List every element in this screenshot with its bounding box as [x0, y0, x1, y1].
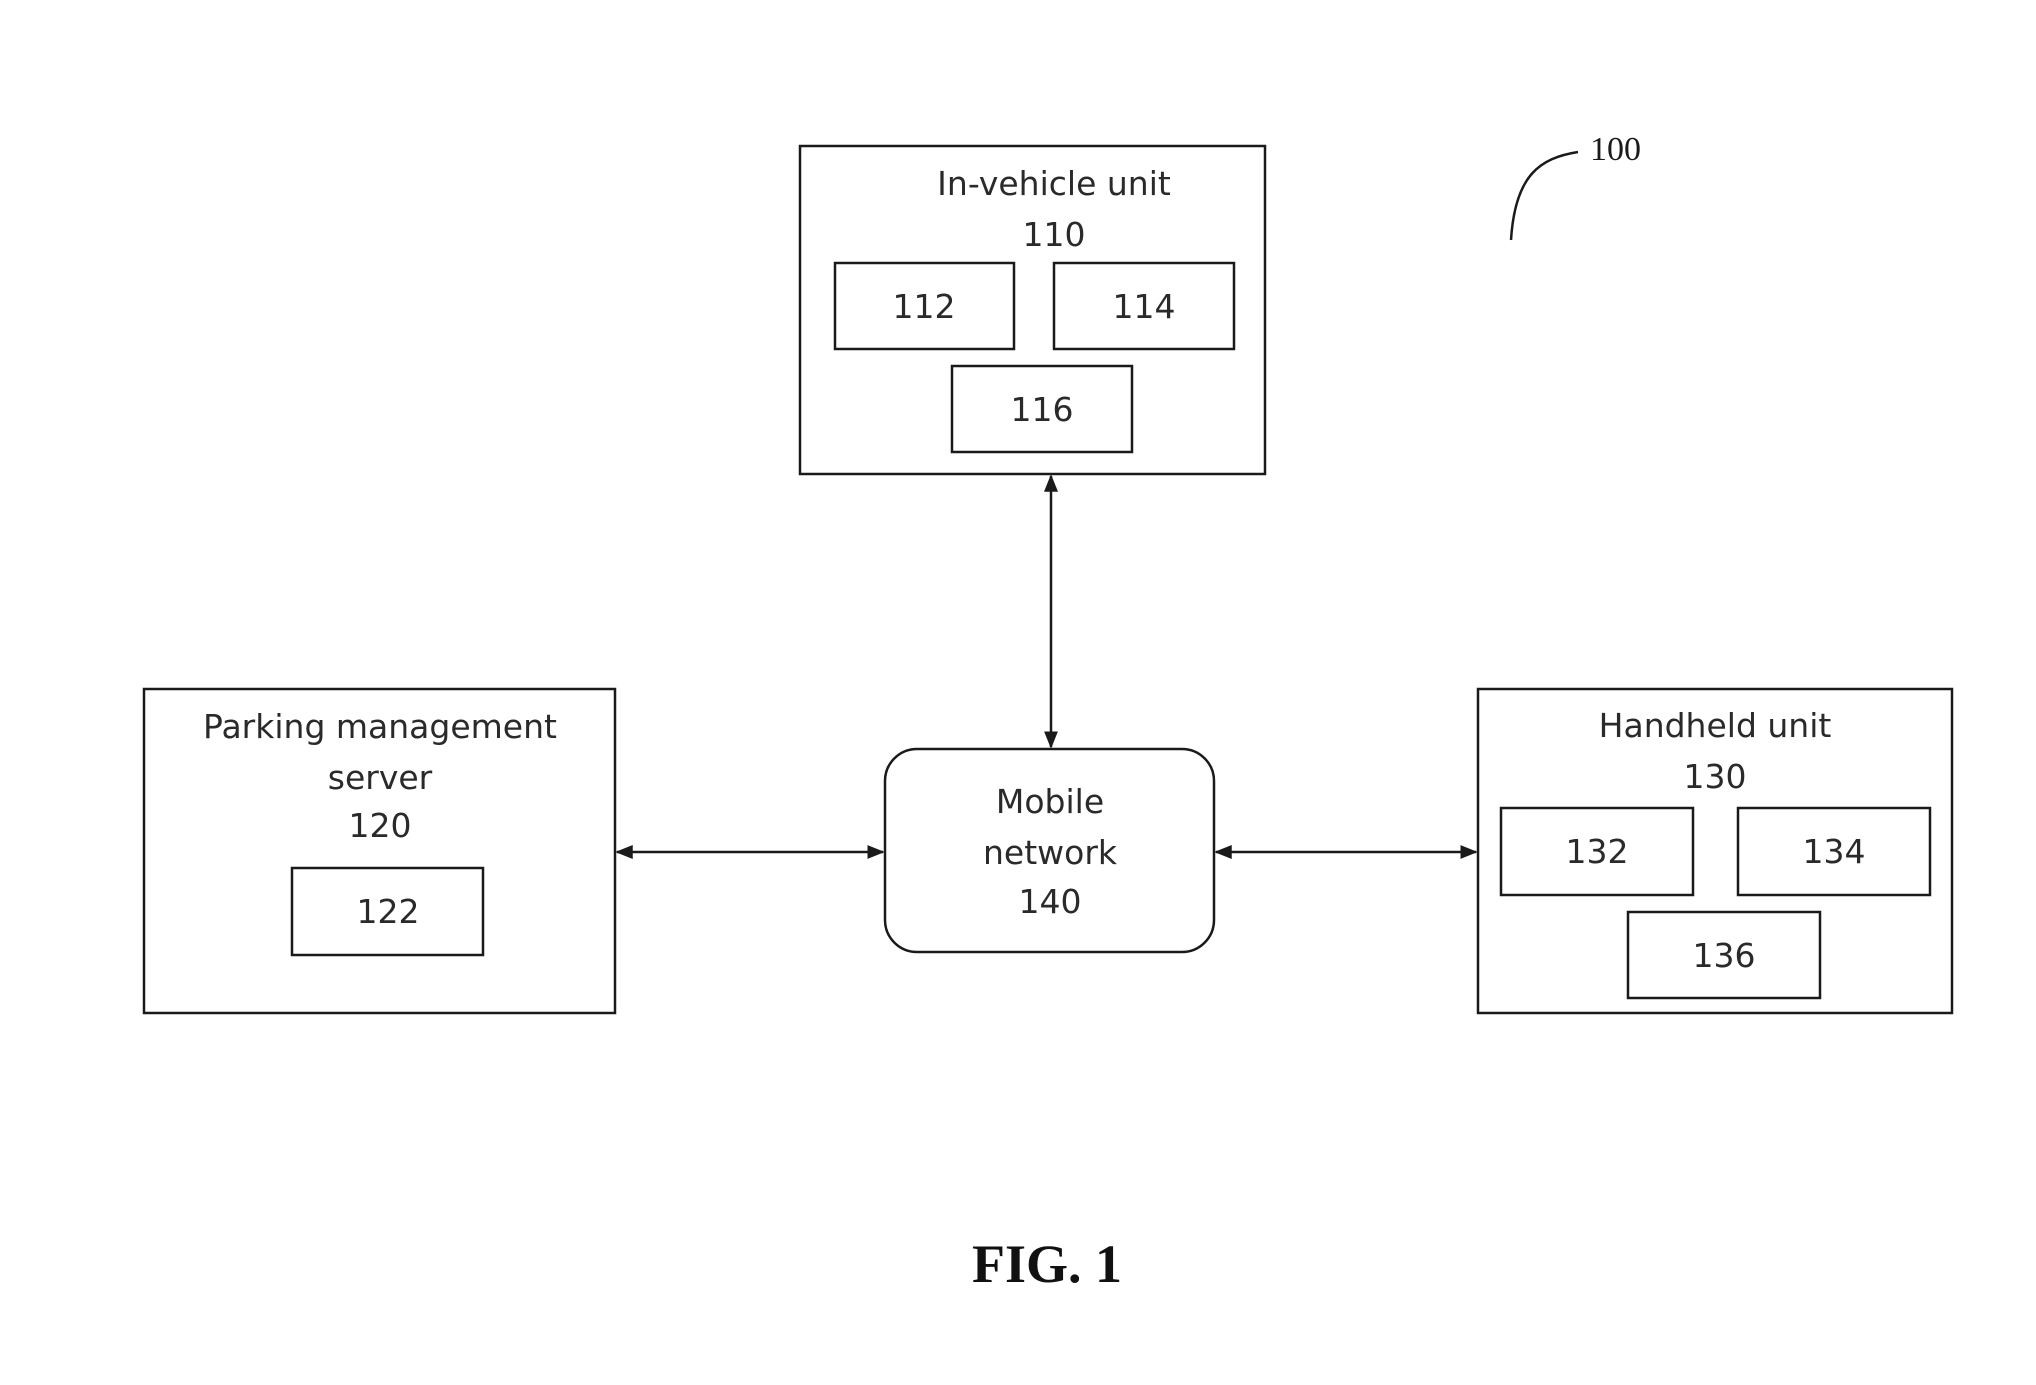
parking-server-title-line1: Parking management — [203, 707, 557, 746]
mobile-network-title-line2: network — [983, 833, 1118, 872]
handheld-unit[interactable]: Handheld unit 130 132 134 136 — [1476, 687, 1954, 1015]
mobile-network-numeral: 140 — [1019, 882, 1082, 921]
in-vehicle-unit-numeral: 110 — [1023, 215, 1086, 254]
component-116-label: 116 — [1011, 390, 1074, 429]
parking-server-title-line2: server — [328, 758, 433, 797]
reference-100: 100 — [1509, 131, 1641, 241]
mobile-network-title-line1: Mobile — [996, 782, 1104, 821]
component-134-label: 134 — [1803, 832, 1866, 871]
reference-numeral: 100 — [1590, 131, 1641, 168]
component-132-label: 132 — [1566, 832, 1629, 871]
in-vehicle-unit[interactable]: In-vehicle unit 110 112 114 116 — [798, 144, 1267, 476]
system-diagram: 100 In-vehicle unit 110 112 114 116 Park… — [142, 131, 1954, 1294]
handheld-unit-title: Handheld unit — [1599, 706, 1832, 745]
component-136-label: 136 — [1693, 936, 1756, 975]
parking-server-numeral: 120 — [349, 806, 412, 845]
in-vehicle-unit-title: In-vehicle unit — [937, 164, 1171, 203]
mobile-network[interactable]: Mobile network 140 — [883, 747, 1216, 954]
figure-caption: FIG. 1 — [972, 1234, 1122, 1294]
reference-leader-line — [1509, 150, 1579, 241]
handheld-unit-numeral: 130 — [1684, 757, 1747, 796]
component-112-label: 112 — [893, 287, 956, 326]
parking-management-server[interactable]: Parking management server 120 122 — [142, 687, 617, 1015]
component-114-label: 114 — [1113, 287, 1176, 326]
component-122-label: 122 — [357, 892, 420, 931]
